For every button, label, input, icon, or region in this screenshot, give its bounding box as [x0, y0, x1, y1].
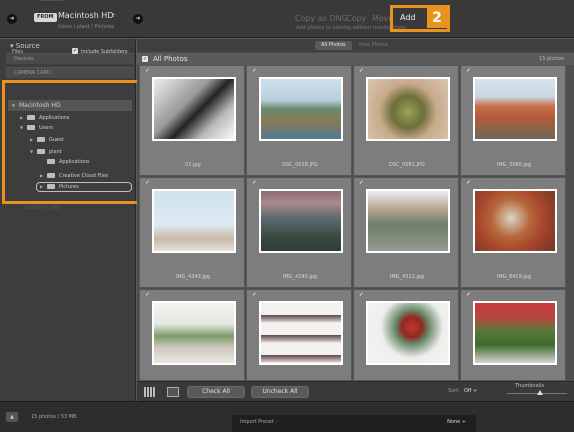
import-preset-select[interactable]: None ÷: [447, 419, 466, 425]
files-highlight-box: [2, 80, 140, 204]
photo-filename: IMG_4343.jpg: [175, 274, 211, 280]
photo-checkbox[interactable]: ✓: [359, 292, 365, 298]
sort-select[interactable]: Off ÷: [464, 388, 477, 394]
photo-coastal-cliffs-icon: [259, 77, 343, 141]
photo-checkbox[interactable]: ✓: [252, 292, 258, 298]
camera-card-section-bottom[interactable]: CAMERA CARD: [6, 203, 134, 214]
photo-checkbox[interactable]: ✓: [252, 180, 258, 186]
photo-checkbox[interactable]: ✓: [359, 68, 365, 74]
all-photos-bar: ✓ All Photos 15 photos: [137, 53, 574, 65]
import-preset-bar: Import Preset : None ÷: [232, 415, 476, 432]
source-path: Users / plant / Pictures: [58, 24, 115, 30]
import-footer: ▲ 15 photos / 53 MB Import Preset : None…: [0, 401, 574, 432]
grid-toolbar: Check All Uncheck All Sort: Off ÷ Thumbn…: [137, 381, 574, 401]
source-dropdown-icon[interactable]: ÷: [111, 12, 116, 19]
photo-cell[interactable]: ✓ DSC_0018.JPG: [246, 65, 352, 176]
photo-filename: 01.jpg: [185, 162, 201, 168]
slider-knob[interactable]: [537, 390, 543, 395]
mode-copy-as-dng[interactable]: Copy as DNG: [295, 14, 348, 23]
import-header: collection FROM Macintosh HD ÷ Users / p…: [0, 0, 574, 38]
uncheck-all-button[interactable]: Uncheck All: [251, 386, 309, 398]
thumbnails-label: Thumbnails: [515, 383, 545, 389]
photo-cell[interactable]: ✓ DSC_0081.JPG: [353, 65, 459, 176]
photo-checkbox[interactable]: ✓: [145, 68, 151, 74]
photo-cell[interactable]: ✓ 01.jpg: [139, 65, 245, 176]
photo-red-rock-canyon-icon: [473, 77, 557, 141]
photo-hands-seeds-icon: [366, 77, 450, 141]
source-name[interactable]: Macintosh HD: [58, 11, 113, 20]
photo-filename: IMG_8419.jpg: [496, 274, 532, 280]
mode-copy[interactable]: Copy: [346, 14, 366, 23]
photo-cell[interactable]: ✓ IMG_3560.jpg: [460, 65, 566, 176]
photo-filename: DSC_0081.JPG: [389, 162, 425, 168]
all-photos-label: All Photos: [153, 55, 188, 63]
photo-succulent-flowers-icon: [366, 301, 450, 365]
photo-filename: DSC_0018.JPG: [282, 162, 318, 168]
photo-filename: IMG_4312.jpg: [389, 274, 425, 280]
photo-cell[interactable]: ✓ IMG_4343.jpg: [139, 177, 245, 288]
photo-cell[interactable]: ✓: [353, 289, 459, 381]
photo-checkbox[interactable]: ✓: [252, 68, 258, 74]
photo-cell[interactable]: ✓: [246, 289, 352, 381]
photo-victorian-houses-icon: [366, 189, 450, 253]
photo-checkbox[interactable]: ✓: [466, 180, 472, 186]
sort-label: Sort:: [448, 388, 460, 394]
photo-cell[interactable]: ✓: [139, 289, 245, 381]
camera-card-bottom-label: CAMERA CARD: [24, 205, 61, 211]
photo-checkbox[interactable]: ✓: [145, 292, 151, 298]
photo-checkbox[interactable]: ✓: [145, 180, 151, 186]
footer-info: 15 photos / 53 MB: [31, 414, 77, 420]
photo-filename: IMG_4240.jpg: [282, 274, 318, 280]
photo-filename: IMG_3560.jpg: [496, 162, 532, 168]
back-arrow-icon[interactable]: ➜: [7, 14, 17, 24]
photo-mountain-valley-icon: [259, 189, 343, 253]
all-photos-checkbox[interactable]: ✓: [142, 56, 148, 62]
tab-all-photos[interactable]: All Photos: [315, 41, 352, 50]
callout-2: 2: [427, 8, 447, 28]
photo-sneakers-moss-icon: [473, 301, 557, 365]
photo-grid-panel: All Photos New Photos ✓ All Photos 15 ph…: [137, 39, 574, 401]
photo-checkbox[interactable]: ✓: [466, 292, 472, 298]
photo-bw-camera-icon: [152, 77, 236, 141]
grid-view-icon[interactable]: [144, 387, 156, 397]
forward-arrow-icon[interactable]: ➜: [133, 14, 143, 24]
photo-checkbox[interactable]: ✓: [466, 68, 472, 74]
photo-checkbox[interactable]: ✓: [359, 180, 365, 186]
check-all-button[interactable]: Check All: [187, 386, 245, 398]
photo-kitchen-window-icon: [152, 301, 236, 365]
photo-cell[interactable]: ✓ IMG_4312.jpg: [353, 177, 459, 288]
photo-cell[interactable]: ✓ IMG_8419.jpg: [460, 177, 566, 288]
photo-retro-cameras-icon: [473, 189, 557, 253]
photo-count: 15 photos: [539, 56, 564, 62]
view-tabs: All Photos New Photos: [137, 39, 574, 52]
include-subfolders-checkbox[interactable]: ✓: [72, 48, 78, 54]
cropped-header-text: collection: [40, 0, 64, 3]
collapse-up-icon[interactable]: ▲: [6, 412, 18, 422]
files-label: Files: [12, 49, 23, 55]
loupe-view-icon[interactable]: [167, 387, 179, 397]
include-subfolders-label[interactable]: Include Subfolders: [81, 49, 127, 55]
photo-cell[interactable]: ✓: [460, 289, 566, 381]
tab-new-photos[interactable]: New Photos: [353, 41, 394, 50]
photo-jumping-legs-icon: [152, 189, 236, 253]
photo-cell[interactable]: ✓ IMG_4240.jpg: [246, 177, 352, 288]
import-preset-label: Import Preset :: [240, 419, 278, 425]
photo-shelf-cameras-icon: [259, 301, 343, 365]
from-badge: FROM: [34, 13, 57, 22]
